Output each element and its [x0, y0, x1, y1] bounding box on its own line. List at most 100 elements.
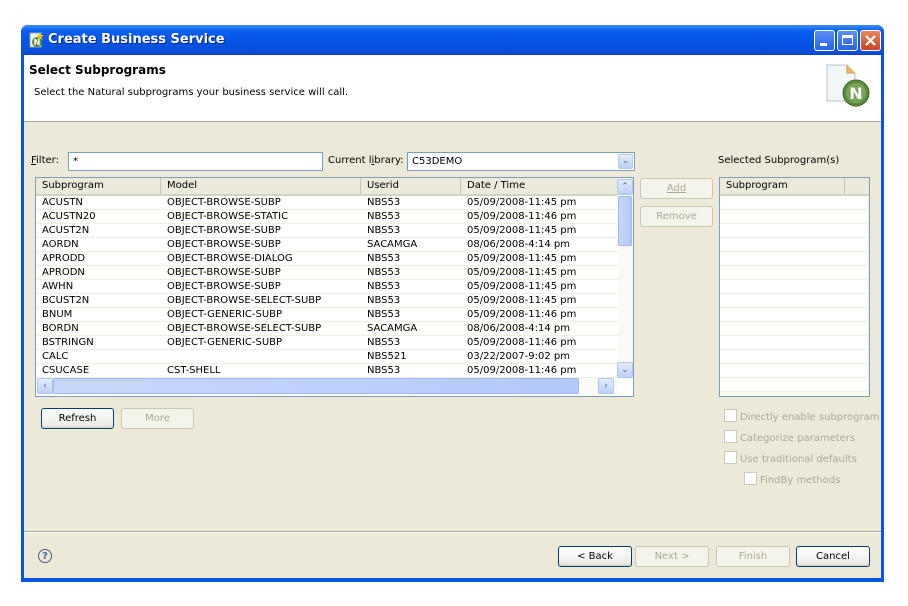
- horizontal-scrollbar[interactable]: ‹ ›: [36, 378, 617, 395]
- help-icon[interactable]: ?: [38, 549, 52, 563]
- use-traditional-defaults-checkbox[interactable]: Use traditional defaults: [724, 451, 857, 465]
- selected-empty-row: [720, 364, 869, 378]
- cell-model: OBJECT-BROWSE-SUBP: [167, 225, 281, 236]
- svg-text:N: N: [849, 84, 862, 103]
- selected-subprogram-table: Subprogram: [719, 177, 870, 397]
- categorize-parameters-checkbox[interactable]: Categorize parameters: [724, 430, 855, 444]
- cell-datetime: 05/09/2008-11:45 pm: [467, 295, 577, 306]
- table-row[interactable]: AORDN OBJECT-BROWSE-SUBP SACAMGA 08/06/2008…: [36, 238, 617, 252]
- table-row[interactable]: BSTRINGN OBJECT-GENERIC-SUBP NBS53 05/09/20…: [36, 336, 617, 350]
- option-label: Use traditional defaults: [740, 454, 857, 465]
- findby-methods-checkbox[interactable]: FindBy methods: [744, 472, 840, 486]
- cancel-button-label: Cancel: [816, 551, 850, 562]
- selected-empty-row: [720, 238, 869, 252]
- selected-empty-row: [720, 294, 869, 308]
- table-row[interactable]: ACUSTN OBJECT-BROWSE-SUBP NBS53 05/09/2008-…: [36, 196, 617, 210]
- cell-subprogram: CALC: [42, 351, 69, 362]
- dialog-window: N Create Business Service Select Subprog…: [21, 25, 884, 582]
- selected-empty-row: [720, 280, 869, 294]
- dialog-client-area: Select Subprograms Select the Natural su…: [24, 55, 881, 578]
- close-button[interactable]: [860, 30, 881, 51]
- col-header-userid[interactable]: Userid: [361, 178, 461, 194]
- cell-datetime: 05/09/2008-11:46 pm: [467, 211, 577, 222]
- finish-button-label: Finish: [738, 551, 768, 562]
- cell-model: OBJECT-GENERIC-SUBP: [167, 337, 283, 348]
- col-header-datetime[interactable]: Date / Time: [461, 178, 617, 194]
- vertical-scroll-thumb[interactable]: [618, 196, 632, 246]
- table-row[interactable]: APRODD OBJECT-BROWSE-DIALOG NBS53 05/09/200…: [36, 252, 617, 266]
- cell-userid: NBS53: [367, 365, 401, 376]
- remove-button[interactable]: Remove: [640, 206, 713, 227]
- scroll-left-arrow-icon[interactable]: ‹: [37, 378, 53, 394]
- checkbox-box: [724, 451, 737, 464]
- selected-empty-row: [720, 378, 869, 392]
- next-button[interactable]: Next >: [635, 546, 709, 567]
- scroll-down-arrow-icon[interactable]: ⌄: [617, 362, 633, 378]
- cell-model: OBJECT-BROWSE-SELECT-SUBP: [167, 295, 322, 306]
- minimize-button[interactable]: [814, 30, 835, 51]
- cancel-button[interactable]: Cancel: [796, 546, 870, 567]
- table-row[interactable]: APRODN OBJECT-BROWSE-SUBP NBS53 05/09/2008-…: [36, 266, 617, 280]
- table-row[interactable]: CSUCASE CST-SHELL NBS53 05/09/2008-11:46 pm: [36, 364, 617, 378]
- cell-model: CST-SHELL: [167, 365, 221, 376]
- table-row[interactable]: CALC NBS521 03/22/2007-9:02 pm: [36, 350, 617, 364]
- cell-subprogram: ACUST2N: [42, 225, 90, 236]
- svg-text:N: N: [34, 38, 41, 47]
- col-header-subprogram[interactable]: Subprogram: [36, 178, 161, 194]
- cell-model: OBJECT-GENERIC-SUBP: [167, 309, 283, 320]
- maximize-icon: [842, 35, 853, 45]
- cell-model: OBJECT-BROWSE-SELECT-SUBP: [167, 323, 322, 334]
- add-button-label: Add: [666, 183, 687, 194]
- table-row[interactable]: AWHN OBJECT-BROWSE-SUBP NBS53 05/09/2008-11…: [36, 280, 617, 294]
- maximize-button[interactable]: [837, 30, 858, 51]
- selected-col-header-subprogram[interactable]: Subprogram: [720, 178, 845, 194]
- cell-subprogram: APRODN: [42, 267, 85, 278]
- cell-model: OBJECT-BROWSE-SUBP: [167, 197, 281, 208]
- cell-subprogram: ACUSTN20: [42, 211, 96, 222]
- selected-label: Selected Subprogram(s): [718, 155, 840, 166]
- table-row[interactable]: ACUSTN20 OBJECT-BROWSE-STATIC NBS53 05/09/2…: [36, 210, 617, 224]
- more-button[interactable]: More: [121, 408, 194, 429]
- library-label: Current library:: [328, 155, 404, 166]
- cell-userid: NBS521: [367, 351, 407, 362]
- refresh-button[interactable]: Refresh: [41, 408, 114, 429]
- checkbox-box: [744, 472, 757, 485]
- directly-enable-subprogram-checkbox[interactable]: Directly enable subprogram: [724, 409, 879, 423]
- option-label: FindBy methods: [760, 475, 841, 486]
- scroll-up-arrow-icon[interactable]: ⌃: [617, 179, 633, 195]
- cell-model: OBJECT-BROWSE-DIALOG: [167, 253, 293, 264]
- cell-userid: NBS53: [367, 337, 401, 348]
- cell-subprogram: BNUM: [42, 309, 73, 320]
- chevron-down-icon[interactable]: ⌄: [618, 154, 633, 169]
- cell-datetime: 05/09/2008-11:45 pm: [467, 267, 577, 278]
- table-row[interactable]: BCUST2N OBJECT-BROWSE-SELECT-SUBP NBS53 05/…: [36, 294, 617, 308]
- finish-button[interactable]: Finish: [716, 546, 790, 567]
- refresh-button-label: Refresh: [58, 413, 97, 424]
- library-combo[interactable]: C53DEMO ⌄: [407, 152, 635, 171]
- cell-datetime: 05/09/2008-11:46 pm: [467, 365, 577, 376]
- close-icon: [865, 35, 876, 46]
- selected-empty-row: [720, 308, 869, 322]
- cell-model: OBJECT-BROWSE-SUBP: [167, 267, 281, 278]
- app-icon: N: [29, 32, 44, 48]
- cell-model: OBJECT-BROWSE-STATIC: [167, 211, 289, 222]
- back-button[interactable]: < Back: [558, 546, 632, 567]
- cell-subprogram: BCUST2N: [42, 295, 90, 306]
- table-row[interactable]: ACUST2N OBJECT-BROWSE-SUBP NBS53 05/09/2008…: [36, 224, 617, 238]
- subprogram-table: Subprogram Model Userid Date / Time ACUS…: [35, 177, 634, 397]
- horizontal-scroll-thumb[interactable]: [53, 378, 579, 394]
- minimize-icon: [820, 43, 827, 46]
- scroll-right-arrow-icon[interactable]: ›: [598, 378, 614, 394]
- cell-datetime: 05/09/2008-11:45 pm: [467, 281, 577, 292]
- col-header-model[interactable]: Model: [161, 178, 361, 194]
- filter-input[interactable]: *: [68, 152, 323, 171]
- add-button[interactable]: Add: [640, 178, 713, 199]
- selected-empty-row: [720, 196, 869, 210]
- filter-label: Filter:: [31, 155, 59, 166]
- table-row[interactable]: BNUM OBJECT-GENERIC-SUBP NBS53 05/09/2008-1…: [36, 308, 617, 322]
- table-row[interactable]: BORDN OBJECT-BROWSE-SELECT-SUBP SACAMGA 08/…: [36, 322, 617, 336]
- page-description: Select the Natural subprograms your busi…: [34, 87, 349, 98]
- title-bar[interactable]: N Create Business Service: [21, 25, 884, 55]
- remove-button-label: Remove: [656, 211, 697, 222]
- vertical-scrollbar[interactable]: ⌃ ⌄: [617, 178, 633, 378]
